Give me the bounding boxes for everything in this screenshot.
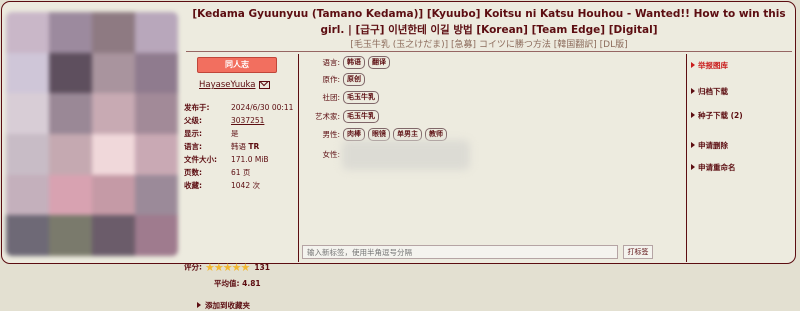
info-value: 是 (231, 129, 239, 138)
mail-icon[interactable] (259, 80, 271, 89)
tag-namespace: 女性: (322, 150, 340, 159)
info-key: 显示: (184, 129, 202, 138)
info-table: 发布于: 2024/6/30 00:11 父级: 3037251 显示: 是 语言: 韩… (184, 101, 296, 192)
gallery-title-jp: [毛玉牛乳 (玉之けだま)] [急募] コイツに勝つ方法 [韓国翻訳] [DL版… (350, 40, 628, 50)
parent-link[interactable]: 3037251 (228, 116, 296, 125)
info-value: 171.0 MiB (231, 155, 269, 164)
uploader-link[interactable]: HayaseYuuka (199, 80, 255, 90)
add-favorite-link[interactable]: 添加到收藏夹 (197, 300, 250, 311)
tag-group-language: 语言: 韩语 翻译 (300, 56, 393, 69)
action-label: 申请删除 (698, 141, 728, 150)
tag-namespace: 语言: (322, 58, 340, 67)
info-key: 发布于: (184, 103, 210, 112)
info-row-visible: 显示: 是 (184, 127, 296, 140)
category-badge[interactable]: 同人志 (197, 57, 277, 73)
actions-column: 举报图库 归档下载 种子下载 (2) 申请删除 申请重命名 (686, 54, 795, 262)
title-divider (186, 51, 792, 52)
tag-group-female: 女性: (300, 149, 343, 160)
tag-namespace: 原作: (322, 75, 340, 84)
tag[interactable]: 原创 (343, 73, 365, 86)
rating-average: 平均值: 4.81 (214, 278, 261, 289)
triangle-icon (691, 142, 695, 148)
gallery-info-column: 同人志 HayaseYuuka 发布于: 2024/6/30 00:11 父级: 3… (181, 54, 299, 310)
request-expunge-link[interactable]: 申请删除 (691, 140, 728, 151)
tag-group-artist: 艺术家: 毛玉牛乳 (300, 110, 382, 123)
info-value: 1042 次 (231, 181, 260, 190)
tag-namespace: 社团: (322, 93, 340, 102)
uploader: HayaseYuuka (199, 80, 271, 90)
triangle-icon (691, 88, 695, 94)
tag[interactable]: 毛玉牛乳 (343, 110, 379, 123)
info-row-posted: 发布于: 2024/6/30 00:11 (184, 101, 296, 114)
average-value: 4.81 (242, 279, 261, 288)
info-value: 2024/6/30 00:11 (231, 103, 294, 112)
average-label: 平均值: (214, 279, 240, 288)
triangle-icon (691, 164, 695, 170)
report-gallery-link[interactable]: 举报图库 (691, 60, 728, 71)
request-rename-link[interactable]: 申请重命名 (691, 162, 736, 173)
triangle-icon (197, 302, 201, 308)
rating-row: 评分: ★★★★★ 131 (184, 261, 296, 274)
action-label: 申请重命名 (698, 163, 736, 172)
info-row-language: 语言: 韩语 TR (184, 140, 296, 153)
info-row-favorited: 收藏: 1042 次 (184, 179, 296, 192)
translated-marker: TR (248, 142, 260, 151)
favorite-label: 添加到收藏夹 (205, 301, 250, 310)
action-label: 归档下载 (698, 87, 728, 96)
archive-download-link[interactable]: 归档下载 (691, 86, 728, 97)
info-key: 父级: (184, 116, 202, 125)
info-value: 61 页 (231, 168, 251, 177)
info-value: 韩语 TR (228, 141, 296, 152)
rating-count: 131 (254, 262, 270, 272)
triangle-icon (691, 62, 695, 68)
info-row-parent: 父级: 3037251 (184, 114, 296, 127)
info-row-filesize: 文件大小: 171.0 MiB (184, 153, 296, 166)
tag[interactable]: 韩语 (343, 56, 365, 69)
tag[interactable]: 翻译 (368, 56, 390, 69)
info-key: 页数: (184, 168, 202, 177)
triangle-icon (691, 112, 695, 118)
info-key: 收藏: (184, 181, 202, 190)
new-tag-input[interactable] (302, 245, 618, 259)
tag[interactable]: 毛玉牛乳 (343, 91, 379, 104)
tag-group-group: 社团: 毛玉牛乳 (300, 91, 382, 104)
language-value: 韩语 (231, 142, 246, 151)
info-key: 文件大小: (184, 155, 217, 164)
action-label: 举报图库 (698, 61, 728, 70)
tag-group-parody: 原作: 原创 (300, 73, 368, 86)
info-row-length: 页数: 61 页 (184, 166, 296, 179)
rating-stars[interactable]: ★★★★★ (205, 261, 250, 274)
torrent-download-link[interactable]: 种子下载 (2) (691, 110, 743, 121)
tag-submit-button[interactable]: 打标签 (623, 245, 653, 259)
rating-label: 评分: (184, 262, 202, 272)
action-label: 种子下载 (2) (698, 111, 743, 120)
tag-namespace: 男性: (322, 130, 340, 139)
gallery-title: [Kedama Gyuunyuu (Tamano Kedama)] [Kyuub… (192, 8, 786, 36)
info-key: 语言: (184, 142, 202, 151)
cover-thumbnail[interactable] (6, 12, 178, 256)
blurred-tags (342, 140, 470, 170)
tag-namespace: 艺术家: (314, 112, 340, 121)
